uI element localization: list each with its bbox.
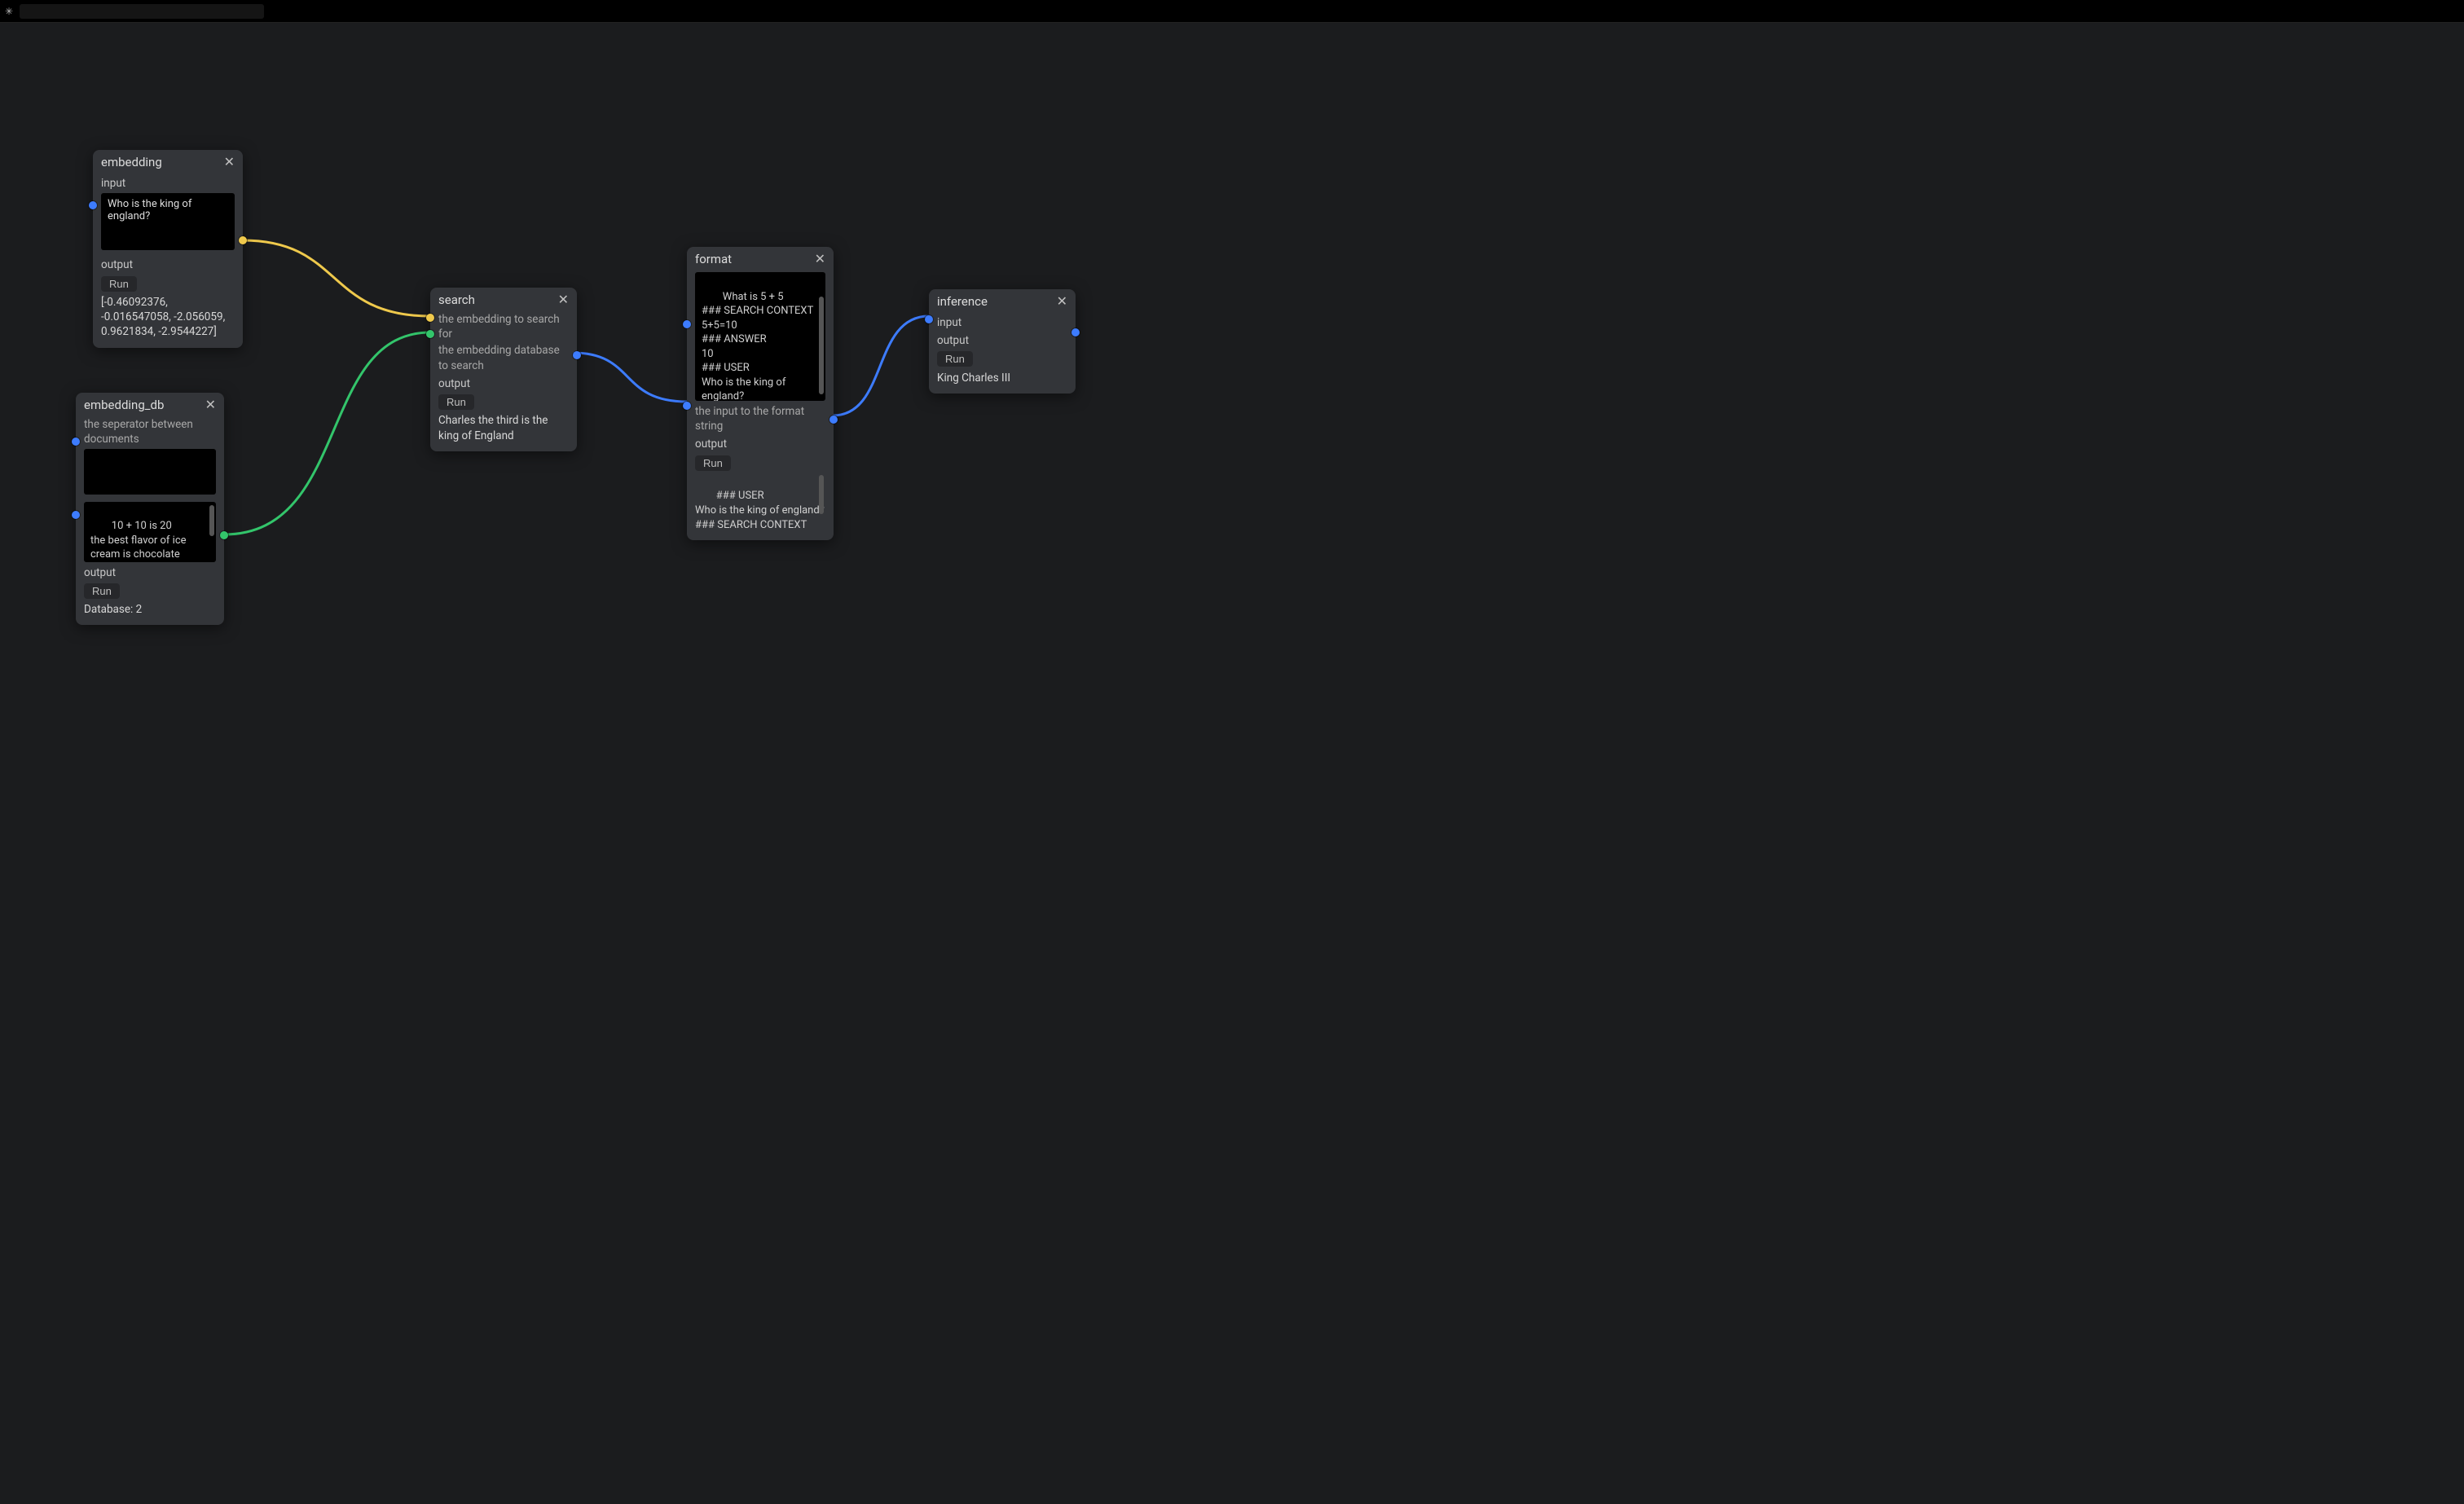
separator-textarea[interactable] bbox=[84, 449, 216, 495]
node-header[interactable]: embedding_db ✕ bbox=[76, 393, 224, 416]
inference-output-text: King Charles III bbox=[937, 371, 1067, 385]
docs-text: 10 + 10 is 20 the best flavor of ice cre… bbox=[90, 520, 199, 561]
port-in-database[interactable] bbox=[426, 330, 434, 338]
port-out[interactable] bbox=[829, 416, 838, 424]
run-button[interactable]: Run bbox=[438, 394, 474, 410]
scrollbar-thumb[interactable] bbox=[209, 505, 214, 536]
template-box[interactable]: What is 5 + 5 ### SEARCH CONTEXT 5+5=10 … bbox=[695, 272, 825, 401]
search-in1-label: the embedding to search for bbox=[438, 312, 569, 341]
node-inference[interactable]: inference ✕ input output Run King Charle… bbox=[929, 289, 1076, 394]
node-header[interactable]: search ✕ bbox=[430, 288, 577, 310]
titlebar: ✳ bbox=[0, 0, 2464, 23]
port-in-1[interactable] bbox=[72, 438, 80, 446]
close-icon[interactable]: ✕ bbox=[558, 293, 569, 306]
port-in-template[interactable] bbox=[683, 320, 691, 328]
output-label: output bbox=[695, 437, 825, 451]
run-button[interactable]: Run bbox=[695, 455, 731, 471]
port-out[interactable] bbox=[573, 351, 581, 359]
run-button[interactable]: Run bbox=[937, 351, 973, 367]
node-embedding[interactable]: embedding ✕ input output Run [-0.4609237… bbox=[93, 150, 243, 348]
port-in-value[interactable] bbox=[683, 402, 691, 410]
template-text: What is 5 + 5 ### SEARCH CONTEXT 5+5=10 … bbox=[702, 291, 813, 401]
node-title: embedding bbox=[101, 155, 162, 169]
output-label: output bbox=[84, 565, 216, 580]
node-embedding-db[interactable]: embedding_db ✕ the seperator between doc… bbox=[76, 393, 224, 625]
scrollbar-thumb[interactable] bbox=[819, 297, 824, 394]
port-in[interactable] bbox=[89, 201, 97, 209]
node-title: search bbox=[438, 292, 475, 307]
node-header[interactable]: embedding ✕ bbox=[93, 150, 243, 173]
format-output-text: ### USER Who is the king of england? ###… bbox=[695, 490, 825, 531]
embedding-output-text: [-0.46092376, -0.016547058, -2.056059, 0… bbox=[101, 295, 235, 340]
run-button[interactable]: Run bbox=[84, 583, 120, 599]
output-label: output bbox=[438, 376, 569, 391]
run-button[interactable]: Run bbox=[101, 276, 137, 292]
node-title: embedding_db bbox=[84, 398, 164, 412]
port-out[interactable] bbox=[1071, 328, 1080, 336]
search-in2-label: the embedding database to search bbox=[438, 343, 569, 372]
format-output-box: ### USER Who is the king of england? ###… bbox=[695, 473, 825, 532]
input-label: input bbox=[937, 315, 1067, 330]
separator-desc: the seperator between documents bbox=[84, 417, 216, 446]
node-search[interactable]: search ✕ the embedding to search for the… bbox=[430, 288, 577, 451]
format-in1-label: the input to the format string bbox=[695, 404, 825, 433]
port-in-2[interactable] bbox=[72, 511, 80, 519]
node-canvas[interactable]: embedding ✕ input output Run [-0.4609237… bbox=[0, 23, 2464, 1504]
output-label: output bbox=[937, 333, 1067, 348]
search-output-text: Charles the third is the king of England bbox=[438, 413, 569, 442]
node-header[interactable]: format ✕ bbox=[687, 247, 834, 270]
wires-layer bbox=[0, 23, 2464, 1504]
embedding-input-textarea[interactable] bbox=[101, 193, 235, 250]
node-format[interactable]: format ✕ What is 5 + 5 ### SEARCH CONTEX… bbox=[687, 247, 834, 540]
input-label: input bbox=[101, 176, 235, 191]
port-in-embedding[interactable] bbox=[426, 314, 434, 322]
output-label: output bbox=[101, 257, 235, 272]
node-title: inference bbox=[937, 294, 988, 309]
port-in[interactable] bbox=[925, 315, 933, 323]
node-header[interactable]: inference ✕ bbox=[929, 289, 1076, 312]
close-icon[interactable]: ✕ bbox=[1057, 295, 1067, 308]
embedding-db-output-text: Database: 2 bbox=[84, 602, 216, 617]
docs-box[interactable]: 10 + 10 is 20 the best flavor of ice cre… bbox=[84, 502, 216, 562]
close-icon[interactable]: ✕ bbox=[815, 253, 825, 266]
spark-icon: ✳ bbox=[5, 6, 13, 17]
port-out[interactable] bbox=[239, 236, 247, 244]
close-icon[interactable]: ✕ bbox=[224, 156, 235, 169]
close-icon[interactable]: ✕ bbox=[205, 398, 216, 411]
node-title: format bbox=[695, 252, 732, 266]
titlebar-url-box[interactable] bbox=[20, 4, 264, 19]
port-out[interactable] bbox=[220, 531, 228, 539]
scrollbar-thumb[interactable] bbox=[819, 475, 824, 514]
